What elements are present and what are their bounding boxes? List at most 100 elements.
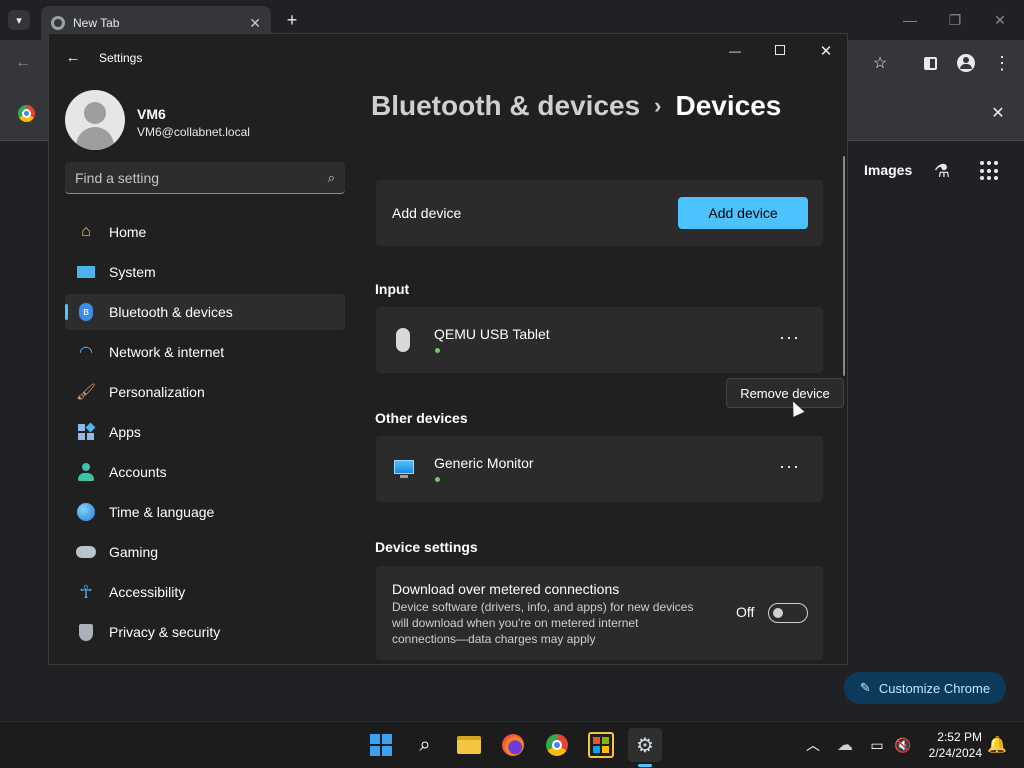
breadcrumb-parent[interactable]: Bluetooth & devices xyxy=(371,90,640,122)
add-device-card: Add device Add device xyxy=(376,180,823,246)
device-settings-heading: Device settings xyxy=(375,539,478,555)
metered-connections-card: Download over metered connections Device… xyxy=(376,566,823,660)
profile-icon[interactable] xyxy=(954,52,978,74)
onedrive-cloud-icon[interactable]: ☁ xyxy=(830,730,860,760)
start-windows-icon[interactable] xyxy=(366,730,396,760)
chrome-logo-icon xyxy=(18,105,35,122)
store-icon[interactable] xyxy=(586,730,616,760)
apps-icon xyxy=(75,422,97,442)
sidebar-item-label: Privacy & security xyxy=(109,624,221,640)
input-section-heading: Input xyxy=(375,281,410,297)
notification-bell-icon[interactable]: 🔔 xyxy=(982,730,1012,760)
labs-flask-icon[interactable]: ⚗ xyxy=(930,159,954,183)
add-device-label: Add device xyxy=(392,205,462,221)
add-device-button[interactable]: Add device xyxy=(678,197,808,229)
metered-description-line: connections—data charges may apply xyxy=(392,632,596,646)
clock[interactable]: 2:52 PM 2/24/2024 xyxy=(916,729,982,761)
tab-search-button[interactable]: ▾ xyxy=(8,10,30,30)
more-options-icon[interactable]: ··· xyxy=(779,456,800,477)
home-icon: ⌂ xyxy=(81,223,91,240)
sidebar-item-bluetooth[interactable]: ʙ Bluetooth & devices xyxy=(65,294,345,330)
chrome-icon[interactable] xyxy=(542,730,572,760)
new-tab-button[interactable]: + xyxy=(282,10,302,30)
google-apps-icon[interactable] xyxy=(980,161,1000,181)
status-connected-icon xyxy=(435,348,440,353)
tab-title: New Tab xyxy=(73,16,120,30)
sidebar-item-accessibility[interactable]: ☥ Accessibility xyxy=(65,574,345,610)
device-card-qemu-tablet[interactable]: QEMU USB Tablet ··· xyxy=(376,307,823,373)
globe-icon xyxy=(75,502,97,522)
close-button[interactable]: ✕ xyxy=(814,40,838,62)
breadcrumb: Bluetooth & devices › Devices xyxy=(371,90,781,122)
page-title: Devices xyxy=(675,90,782,121)
chrome-minimize-button[interactable]: — xyxy=(900,10,920,30)
sidebar-item-gaming[interactable]: Gaming xyxy=(65,534,345,570)
clock-time: 2:52 PM xyxy=(937,730,982,744)
metered-toggle[interactable] xyxy=(768,603,808,623)
monitor-icon xyxy=(394,460,414,474)
device-card-generic-monitor[interactable]: Generic Monitor ··· xyxy=(376,436,823,502)
remove-device-tooltip: Remove device xyxy=(726,378,844,408)
more-options-icon[interactable]: ··· xyxy=(779,327,800,348)
images-link[interactable]: Images xyxy=(864,162,912,178)
sidebar-item-label: Apps xyxy=(109,424,141,440)
chrome-menu-icon[interactable]: ⋮ xyxy=(990,52,1014,74)
mouse-icon xyxy=(396,328,410,352)
chrome-close-button[interactable]: ✕ xyxy=(990,10,1010,30)
sidebar-item-personalization[interactable]: 🖌 Personalization xyxy=(65,374,345,410)
sidebar-item-label: Accessibility xyxy=(109,584,186,600)
chrome-restore-button[interactable]: ❐ xyxy=(945,10,965,30)
volume-muted-icon[interactable]: 🔇 xyxy=(888,730,918,760)
metered-description-line: will download when you're on metered int… xyxy=(392,616,639,630)
tab-close-icon[interactable]: ✕ xyxy=(249,15,261,32)
settings-nav: ⌂ Home System ʙ Bluetooth & devices ◠ Ne… xyxy=(65,214,345,654)
sidebar-item-accounts[interactable]: Accounts xyxy=(65,454,345,490)
minimize-button[interactable]: — xyxy=(723,40,747,62)
accessibility-icon: ☥ xyxy=(79,581,93,602)
sidebar-item-privacy[interactable]: Privacy & security xyxy=(65,614,345,650)
device-name: Generic Monitor xyxy=(434,455,534,471)
sidebar-item-home[interactable]: ⌂ Home xyxy=(65,214,345,250)
bluetooth-icon: ʙ xyxy=(75,302,97,322)
sidebar-item-label: Home xyxy=(109,224,147,240)
customize-chrome-label: Customize Chrome xyxy=(878,680,991,696)
sidebar-item-network[interactable]: ◠ Network & internet xyxy=(65,334,345,370)
user-email: VM6@collabnet.local xyxy=(137,125,250,139)
bookmark-star-icon[interactable]: ☆ xyxy=(868,52,892,74)
customize-chrome-button[interactable]: ✎ Customize Chrome xyxy=(844,672,1006,704)
monitor-stand xyxy=(400,475,408,478)
metered-description-line: Device software (drivers, info, and apps… xyxy=(392,600,694,614)
chevron-up-icon[interactable]: ︿ xyxy=(798,730,828,760)
settings-gear-icon[interactable]: ⚙ xyxy=(628,728,662,762)
gamepad-icon xyxy=(75,542,97,562)
file-explorer-icon[interactable] xyxy=(454,730,484,760)
sidebar-item-apps[interactable]: Apps xyxy=(65,414,345,450)
avatar[interactable] xyxy=(65,90,125,150)
status-connected-icon xyxy=(435,477,440,482)
settings-window: ← Settings — ✕ VM6 VM6@collabnet.local F… xyxy=(48,33,848,665)
chevron-right-icon: › xyxy=(654,93,662,118)
sidebar-item-system[interactable]: System xyxy=(65,254,345,290)
chrome-favicon-icon xyxy=(51,16,65,30)
search-icon[interactable]: ⌕ xyxy=(410,730,440,760)
side-panel-icon[interactable] xyxy=(918,52,942,74)
sidebar-item-label: Personalization xyxy=(109,384,205,400)
other-devices-heading: Other devices xyxy=(375,410,468,426)
search-icon[interactable]: ⌕ xyxy=(328,170,335,186)
sidebar-item-label: Time & language xyxy=(109,504,215,520)
sidebar-item-label: Accounts xyxy=(109,464,167,480)
find-setting-search[interactable]: Find a setting ⌕ xyxy=(65,162,345,194)
firefox-icon[interactable] xyxy=(498,730,528,760)
taskbar: ⌕ ⚙ ︿ ☁ ▭ 🔇 2:52 PM 2/24/2024 🔔 xyxy=(0,721,1024,768)
shield-icon xyxy=(75,622,97,642)
sidebar-item-label: Bluetooth & devices xyxy=(109,304,233,320)
content-scrollbar[interactable] xyxy=(843,156,845,376)
back-arrow-icon[interactable]: ← xyxy=(63,47,83,67)
sidebar-item-time-language[interactable]: Time & language xyxy=(65,494,345,530)
maximize-button[interactable] xyxy=(775,45,785,55)
pencil-icon: ✎ xyxy=(859,680,871,695)
search-input[interactable]: Find a setting xyxy=(75,170,159,186)
back-icon[interactable]: ← xyxy=(12,52,34,74)
system-icon xyxy=(75,262,97,282)
info-bar-close-icon[interactable]: ✕ xyxy=(988,103,1008,123)
